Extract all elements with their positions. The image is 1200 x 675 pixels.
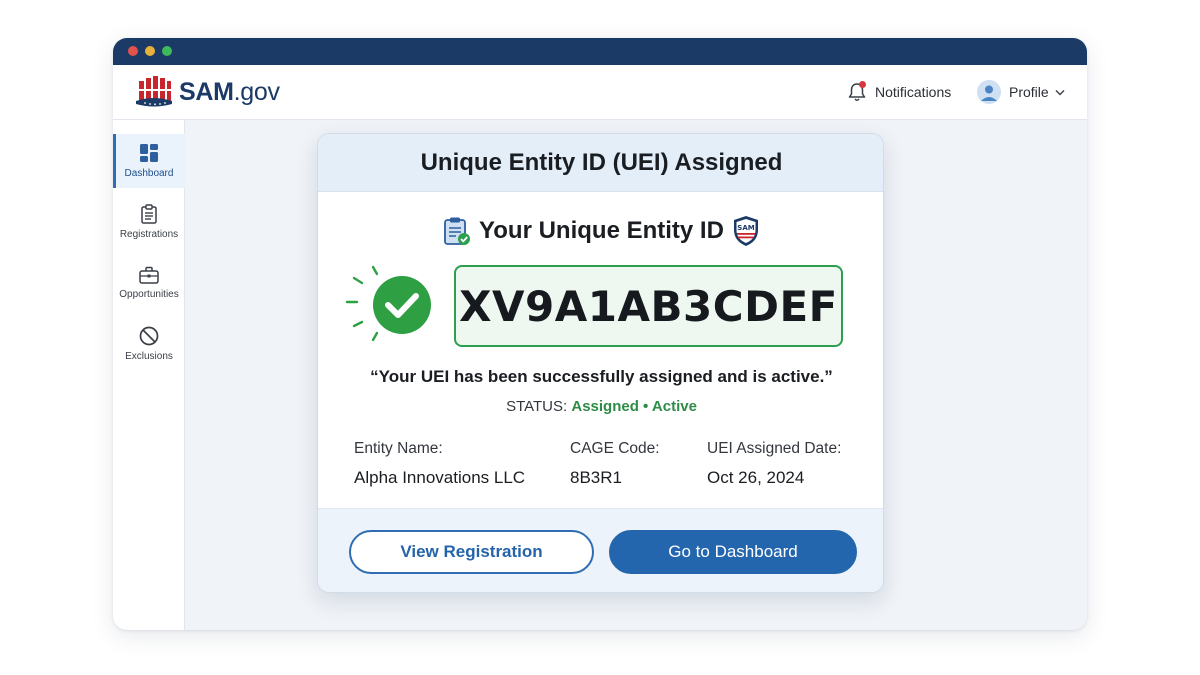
entity-name-value: Alpha Innovations LLC — [354, 468, 526, 487]
uei-value[interactable]: XV9A1AB3CDEF — [459, 282, 838, 331]
view-registration-button[interactable]: View Registration — [349, 530, 594, 574]
briefcase-icon — [139, 266, 159, 284]
minimize-window-button[interactable] — [145, 46, 155, 56]
sidebar-item-exclusions[interactable]: Exclusions — [113, 317, 185, 371]
notification-badge — [859, 81, 866, 88]
sidebar-item-label: Exclusions — [125, 351, 173, 362]
chevron-down-icon — [1055, 89, 1065, 95]
notifications-label: Notifications — [875, 84, 952, 100]
status-badge: Assigned • Active — [571, 398, 697, 415]
capitol-dome-icon — [136, 76, 172, 107]
dashboard-icon — [140, 144, 158, 162]
close-window-button[interactable] — [128, 46, 138, 56]
entity-name-field: Entity Name: Alpha Innovations LLC — [354, 440, 525, 488]
sidebar-item-opportunities[interactable]: Opportunities — [113, 256, 185, 310]
browser-window: SAM.gov Notifications Profile Dashboard … — [113, 38, 1087, 630]
status-label: STATUS: — [506, 398, 568, 415]
prohibited-icon — [139, 326, 159, 346]
bell-icon — [847, 81, 867, 103]
uei-subtitle: Your Unique Entity ID — [479, 217, 724, 244]
sidebar: Dashboard Registrations Opportunities Ex… — [113, 120, 185, 630]
success-message: “Your UEI has been successfully assigned… — [370, 367, 833, 386]
sidebar-item-dashboard[interactable]: Dashboard — [113, 134, 185, 188]
entity-name-label: Entity Name: — [354, 440, 443, 457]
window-titlebar — [113, 38, 1087, 65]
card-footer: View Registration Go to Dashboard — [318, 508, 883, 592]
cage-code-value: 8B3R1 — [570, 468, 622, 487]
card-title: Unique Entity ID (UEI) Assigned — [420, 149, 783, 176]
sam-logo[interactable]: SAM.gov — [135, 74, 280, 110]
assigned-date-field: UEI Assigned Date: Oct 26, 2024 — [707, 440, 841, 488]
card-header: Unique Entity ID (UEI) Assigned — [318, 134, 883, 192]
cage-code-field: CAGE Code: 8B3R1 — [570, 440, 660, 488]
status-line: STATUS: Assigned • Active — [318, 398, 883, 415]
notifications-button[interactable]: Notifications — [847, 80, 951, 104]
logo-text: SAM.gov — [179, 77, 280, 106]
uei-subtitle-row: Your Unique Entity ID SAM — [318, 214, 883, 248]
cage-code-label: CAGE Code: — [570, 440, 660, 457]
clipboard-icon — [141, 204, 157, 224]
uei-assigned-card: Unique Entity ID (UEI) Assigned Your Uni… — [317, 133, 884, 593]
sidebar-item-label: Dashboard — [124, 168, 174, 179]
sidebar-item-label: Opportunities — [119, 289, 179, 300]
success-check-icon — [342, 260, 438, 350]
go-to-dashboard-button[interactable]: Go to Dashboard — [609, 530, 857, 574]
app-header: SAM.gov Notifications Profile — [113, 65, 1087, 120]
profile-menu[interactable]: Profile — [977, 78, 1065, 106]
clipboard-check-icon — [444, 217, 471, 245]
sidebar-item-label: Registrations — [119, 229, 179, 240]
sidebar-item-registrations[interactable]: Registrations — [113, 195, 185, 249]
avatar — [977, 80, 1001, 104]
assigned-date-value: Oct 26, 2024 — [707, 468, 805, 487]
seal-text: SAM — [737, 224, 754, 232]
assigned-date-label: UEI Assigned Date: — [707, 440, 842, 457]
profile-label: Profile — [1009, 84, 1049, 100]
sam-shield-icon: SAM — [733, 216, 758, 246]
maximize-window-button[interactable] — [162, 46, 172, 56]
uei-display-box[interactable]: XV9A1AB3CDEF — [454, 265, 843, 347]
